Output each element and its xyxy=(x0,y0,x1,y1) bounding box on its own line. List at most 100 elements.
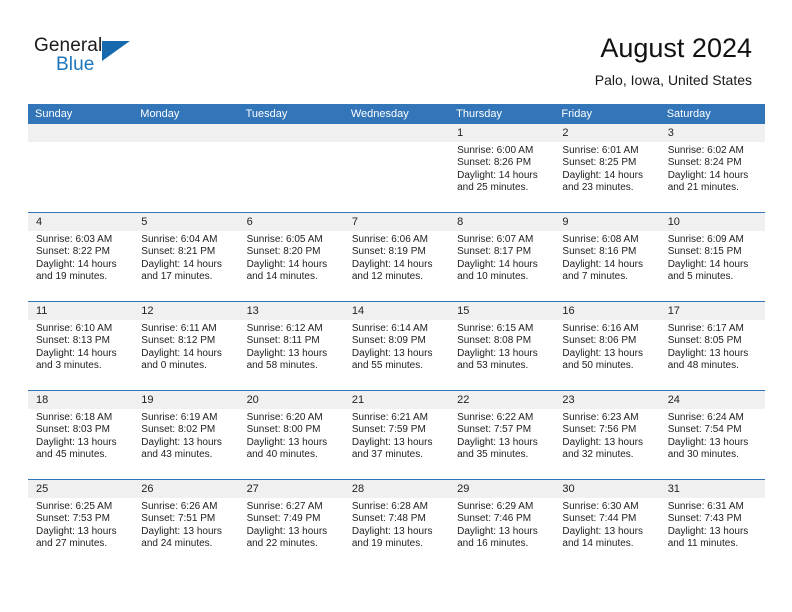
daylight-line-2: and 12 minutes. xyxy=(351,271,424,283)
sunrise-line: Sunrise: 6:31 AM xyxy=(667,501,744,512)
sunset-line: Sunset: 8:26 PM xyxy=(457,157,532,169)
week-row: 18 19 20 21 22 23 24 Sunrise: 6:18 AM Su… xyxy=(28,390,765,479)
sunset-line: Sunset: 7:53 PM xyxy=(36,513,110,525)
day-cell[interactable]: Sunrise: 6:10 AM Sunset: 8:13 PM Dayligh… xyxy=(28,320,133,390)
day-number: 10 xyxy=(667,216,680,228)
daylight-line: Daylight: 13 hours xyxy=(457,525,538,537)
sunset-line: Sunset: 7:51 PM xyxy=(141,513,216,525)
week-date-band: 18 19 20 21 22 23 24 xyxy=(28,391,765,409)
sunset-line: Sunset: 8:19 PM xyxy=(351,246,426,258)
day-cell[interactable] xyxy=(133,142,238,212)
day-number: 16 xyxy=(562,305,575,317)
sunset-line: Sunset: 8:20 PM xyxy=(246,246,321,258)
day-cell[interactable]: Sunrise: 6:18 AM Sunset: 8:03 PM Dayligh… xyxy=(28,409,133,479)
daylight-line: Daylight: 13 hours xyxy=(141,436,222,448)
day-cell[interactable] xyxy=(28,142,133,212)
sunrise-line: Sunrise: 6:14 AM xyxy=(351,323,428,334)
daylight-line: Daylight: 14 hours xyxy=(141,347,222,359)
day-cell[interactable]: Sunrise: 6:29 AM Sunset: 7:46 PM Dayligh… xyxy=(449,498,554,568)
daylight-line: Daylight: 13 hours xyxy=(667,347,749,359)
day-cell[interactable]: Sunrise: 6:19 AM Sunset: 8:02 PM Dayligh… xyxy=(133,409,238,479)
day-cell[interactable]: Sunrise: 6:28 AM Sunset: 7:48 PM Dayligh… xyxy=(344,498,449,568)
week-row: 11 12 13 14 15 16 17 Sunrise: 6:10 AM Su… xyxy=(28,301,765,390)
day-cell[interactable]: Sunrise: 6:04 AM Sunset: 8:21 PM Dayligh… xyxy=(133,231,238,301)
day-cell[interactable]: Sunrise: 6:06 AM Sunset: 8:19 PM Dayligh… xyxy=(344,231,449,301)
sunrise-line: Sunrise: 6:08 AM xyxy=(562,234,639,245)
daylight-line-2: and 55 minutes. xyxy=(351,360,424,372)
day-cell[interactable]: Sunrise: 6:16 AM Sunset: 8:06 PM Dayligh… xyxy=(554,320,659,390)
day-cell[interactable] xyxy=(344,142,449,212)
daylight-line-2: and 32 minutes. xyxy=(562,449,634,461)
sunrise-line: Sunrise: 6:01 AM xyxy=(562,145,639,156)
day-cell[interactable]: Sunrise: 6:12 AM Sunset: 8:11 PM Dayligh… xyxy=(239,320,344,390)
day-number: 26 xyxy=(141,483,154,495)
day-cell[interactable]: Sunrise: 6:00 AM Sunset: 8:26 PM Dayligh… xyxy=(449,142,554,212)
daylight-line-2: and 14 minutes. xyxy=(562,538,634,550)
sunrise-line: Sunrise: 6:18 AM xyxy=(36,412,113,423)
day-cell[interactable] xyxy=(239,142,344,212)
day-cell[interactable]: Sunrise: 6:26 AM Sunset: 7:51 PM Dayligh… xyxy=(133,498,238,568)
daylight-line: Daylight: 13 hours xyxy=(351,347,433,359)
sunset-line: Sunset: 8:24 PM xyxy=(667,157,742,169)
day-number: 6 xyxy=(246,216,253,228)
day-number: 3 xyxy=(667,127,674,139)
day-cell[interactable]: Sunrise: 6:15 AM Sunset: 8:08 PM Dayligh… xyxy=(449,320,554,390)
day-cell[interactable]: Sunrise: 6:03 AM Sunset: 8:22 PM Dayligh… xyxy=(28,231,133,301)
day-cell[interactable]: Sunrise: 6:22 AM Sunset: 7:57 PM Dayligh… xyxy=(449,409,554,479)
day-cell[interactable]: Sunrise: 6:21 AM Sunset: 7:59 PM Dayligh… xyxy=(344,409,449,479)
sunset-line: Sunset: 7:54 PM xyxy=(667,424,742,436)
daylight-line: Daylight: 14 hours xyxy=(562,169,644,181)
calendar-page: General Blue August 2024 Palo, Iowa, Uni… xyxy=(0,0,792,612)
sunset-line: Sunset: 8:16 PM xyxy=(562,246,637,258)
day-cell[interactable]: Sunrise: 6:05 AM Sunset: 8:20 PM Dayligh… xyxy=(239,231,344,301)
day-cell[interactable]: Sunrise: 6:20 AM Sunset: 8:00 PM Dayligh… xyxy=(239,409,344,479)
sunset-line: Sunset: 8:03 PM xyxy=(36,424,110,436)
day-cell[interactable]: Sunrise: 6:31 AM Sunset: 7:43 PM Dayligh… xyxy=(660,498,765,568)
daylight-line: Daylight: 13 hours xyxy=(667,436,749,448)
day-cell[interactable]: Sunrise: 6:24 AM Sunset: 7:54 PM Dayligh… xyxy=(660,409,765,479)
sunset-line: Sunset: 7:57 PM xyxy=(457,424,532,436)
day-cell[interactable]: Sunrise: 6:07 AM Sunset: 8:17 PM Dayligh… xyxy=(449,231,554,301)
daylight-line-2: and 10 minutes. xyxy=(457,271,529,283)
daylight-line: Daylight: 14 hours xyxy=(562,258,644,270)
daylight-line: Daylight: 14 hours xyxy=(667,258,749,270)
daylight-line-2: and 35 minutes. xyxy=(457,449,529,461)
daylight-line: Daylight: 13 hours xyxy=(246,436,328,448)
day-cell[interactable]: Sunrise: 6:08 AM Sunset: 8:16 PM Dayligh… xyxy=(554,231,659,301)
sunrise-line: Sunrise: 6:17 AM xyxy=(667,323,744,334)
day-cell[interactable]: Sunrise: 6:02 AM Sunset: 8:24 PM Dayligh… xyxy=(660,142,765,212)
weekday-header-wednesday: Wednesday xyxy=(350,108,409,120)
day-cell[interactable]: Sunrise: 6:23 AM Sunset: 7:56 PM Dayligh… xyxy=(554,409,659,479)
week-body: Sunrise: 6:00 AM Sunset: 8:26 PM Dayligh… xyxy=(28,142,765,212)
sunrise-line: Sunrise: 6:05 AM xyxy=(246,234,323,245)
daylight-line: Daylight: 13 hours xyxy=(562,525,644,537)
day-cell[interactable]: Sunrise: 6:30 AM Sunset: 7:44 PM Dayligh… xyxy=(554,498,659,568)
general-blue-logo[interactable]: General Blue xyxy=(34,36,144,80)
day-number: 1 xyxy=(457,127,464,139)
day-number: 7 xyxy=(351,216,358,228)
day-cell[interactable]: Sunrise: 6:14 AM Sunset: 8:09 PM Dayligh… xyxy=(344,320,449,390)
daylight-line: Daylight: 14 hours xyxy=(457,258,538,270)
weekday-header-sunday: Sunday xyxy=(35,108,73,120)
sunrise-line: Sunrise: 6:15 AM xyxy=(457,323,534,334)
sunset-line: Sunset: 7:43 PM xyxy=(667,513,742,525)
day-cell[interactable]: Sunrise: 6:17 AM Sunset: 8:05 PM Dayligh… xyxy=(660,320,765,390)
day-number: 2 xyxy=(562,127,569,139)
weekday-header-monday: Monday xyxy=(140,108,180,120)
sunset-line: Sunset: 7:49 PM xyxy=(246,513,321,525)
sunrise-line: Sunrise: 6:02 AM xyxy=(667,145,744,156)
day-cell[interactable]: Sunrise: 6:11 AM Sunset: 8:12 PM Dayligh… xyxy=(133,320,238,390)
daylight-line-2: and 16 minutes. xyxy=(457,538,529,550)
sunset-line: Sunset: 7:46 PM xyxy=(457,513,532,525)
daylight-line-2: and 19 minutes. xyxy=(351,538,424,550)
day-number: 9 xyxy=(562,216,569,228)
day-cell[interactable]: Sunrise: 6:27 AM Sunset: 7:49 PM Dayligh… xyxy=(239,498,344,568)
day-cell[interactable]: Sunrise: 6:25 AM Sunset: 7:53 PM Dayligh… xyxy=(28,498,133,568)
day-cell[interactable]: Sunrise: 6:01 AM Sunset: 8:25 PM Dayligh… xyxy=(554,142,659,212)
sunset-line: Sunset: 8:05 PM xyxy=(667,335,742,347)
week-date-band: 4 5 6 7 8 9 10 xyxy=(28,213,765,231)
daylight-line-2: and 7 minutes. xyxy=(562,271,629,283)
sunrise-line: Sunrise: 6:04 AM xyxy=(141,234,218,245)
day-cell[interactable]: Sunrise: 6:09 AM Sunset: 8:15 PM Dayligh… xyxy=(660,231,765,301)
sunrise-line: Sunrise: 6:06 AM xyxy=(351,234,428,245)
